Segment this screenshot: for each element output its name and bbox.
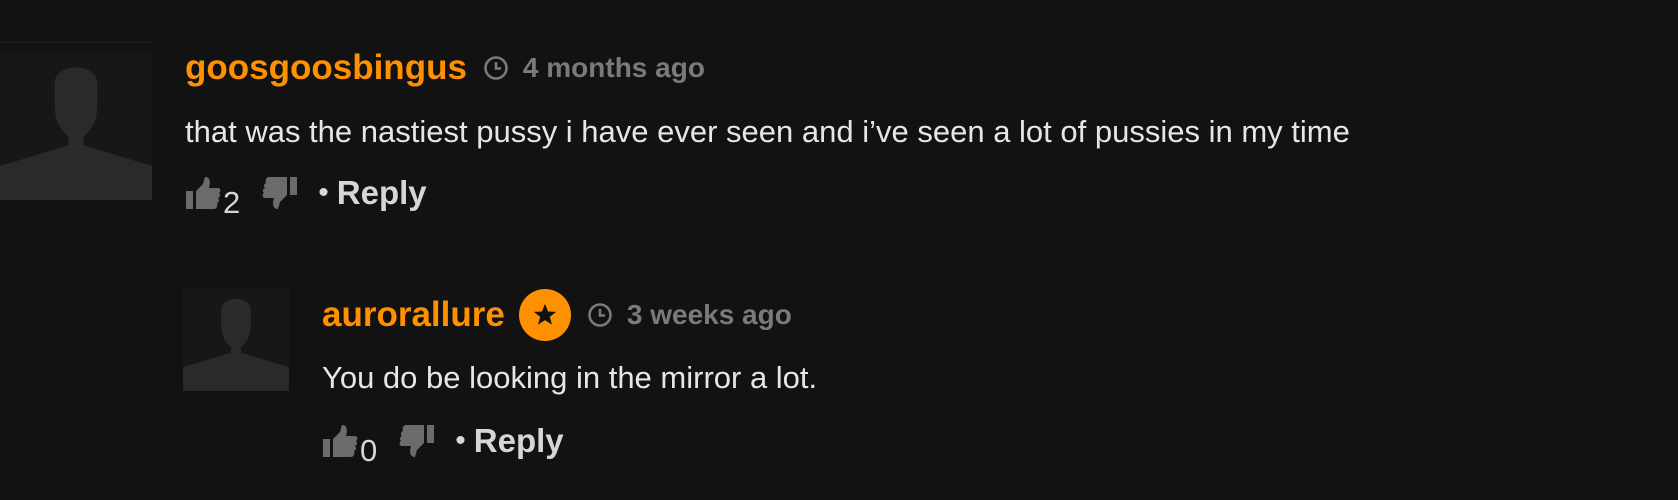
avatar[interactable] <box>183 288 289 391</box>
comment-actions: 0 • Reply <box>322 422 1622 466</box>
default-avatar-icon <box>0 67 152 200</box>
comment-timestamp: 3 weeks ago <box>626 299 792 330</box>
thumbs-down-icon <box>399 425 435 457</box>
thumbs-up-icon <box>323 425 358 457</box>
comment-text: that was the nastiest pussy i have ever … <box>185 114 1350 149</box>
upvote-button[interactable]: 0 <box>322 424 377 466</box>
comment-body: aurorallure 3 weeks ago You do be lookin… <box>322 288 1622 466</box>
comment-actions: 2 • Reply <box>185 174 1645 218</box>
username-link[interactable]: goosgoosbingus <box>185 48 467 88</box>
upvote-button[interactable]: 2 <box>185 176 240 218</box>
thumbs-up-icon <box>186 177 221 209</box>
default-avatar-icon <box>183 298 289 391</box>
avatar[interactable] <box>0 52 152 200</box>
clock-icon <box>587 302 613 328</box>
divider <box>0 42 152 43</box>
separator-dot: • <box>455 424 466 457</box>
star-badge-icon <box>518 289 571 341</box>
separator-dot: • <box>318 176 329 209</box>
upvote-count: 0 <box>360 433 378 468</box>
comment-timestamp: 4 months ago <box>522 52 705 83</box>
comment-text: You do be looking in the mirror a lot. <box>322 360 818 395</box>
downvote-button[interactable] <box>262 176 298 210</box>
reply-button[interactable]: Reply <box>474 422 564 460</box>
comment-header: aurorallure 3 weeks ago <box>322 288 1622 342</box>
comment-header: goosgoosbingus 4 months ago <box>185 42 1645 94</box>
thumbs-down-icon <box>262 177 298 209</box>
comment-body: goosgoosbingus 4 months ago that was the… <box>185 42 1645 218</box>
upvote-count: 2 <box>223 185 241 220</box>
downvote-button[interactable] <box>399 424 435 458</box>
reply-button[interactable]: Reply <box>337 174 427 212</box>
comment-thread: goosgoosbingus 4 months ago that was the… <box>0 0 1678 500</box>
clock-icon <box>483 55 509 81</box>
username-link[interactable]: aurorallure <box>322 295 505 335</box>
